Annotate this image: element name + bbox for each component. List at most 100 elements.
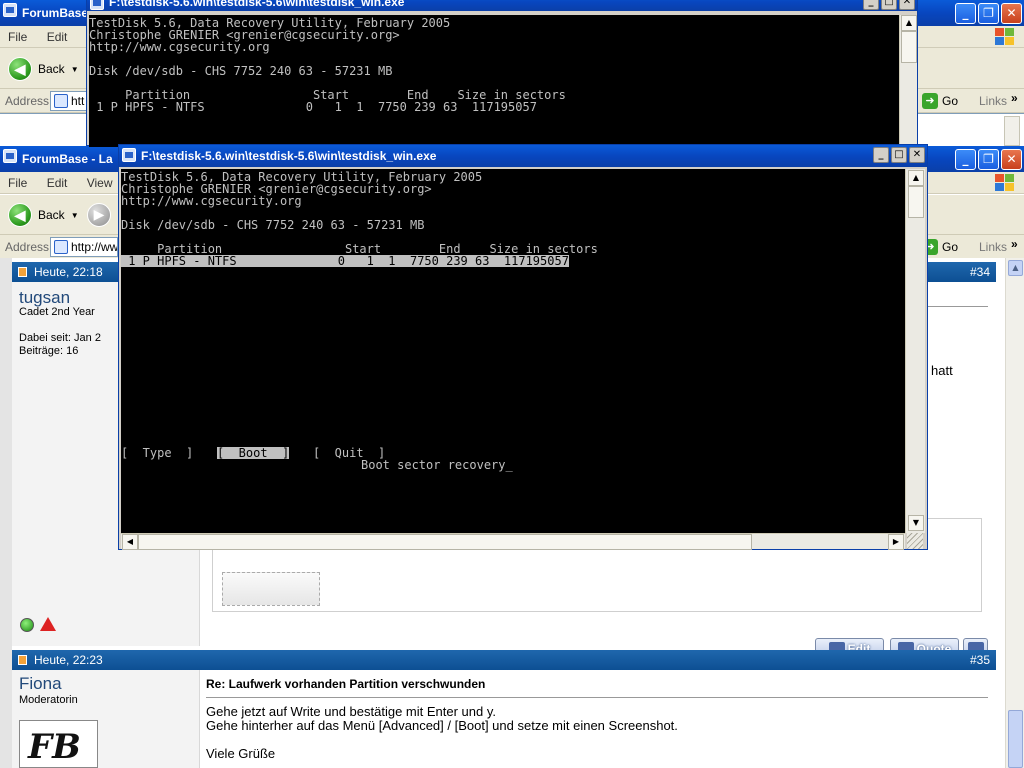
minimize-button[interactable]: _ xyxy=(955,149,976,170)
back-button[interactable]: ◀ Back ▼ xyxy=(8,203,79,227)
user-avatar: FB xyxy=(19,720,98,768)
close-button[interactable]: ✕ xyxy=(1001,149,1022,170)
ie-icon xyxy=(3,149,17,163)
address-input[interactable]: http://ww xyxy=(50,237,118,257)
close-button[interactable]: ✕ xyxy=(909,147,925,163)
post-line-1: Gehe jetzt auf Write und bestätige mit E… xyxy=(206,704,497,719)
resize-grip[interactable] xyxy=(907,533,923,549)
scroll-up-icon[interactable]: ▲ xyxy=(901,15,917,31)
close-button[interactable]: ✕ xyxy=(1001,3,1022,24)
attachment-thumbnail[interactable] xyxy=(222,572,320,606)
minimize-button[interactable]: _ xyxy=(955,3,976,24)
forward-arrow-icon[interactable]: ▶ xyxy=(87,203,111,227)
scroll-thumb[interactable] xyxy=(1008,710,1023,768)
minimize-button[interactable]: _ xyxy=(863,0,879,10)
username[interactable]: tugsan xyxy=(19,288,70,308)
scroll-up-icon[interactable]: ▲ xyxy=(908,170,924,186)
scroll-thumb-horizontal[interactable] xyxy=(138,534,752,550)
back-arrow-icon: ◀ xyxy=(8,203,32,227)
type-option[interactable]: [ Type ] xyxy=(121,447,193,459)
avatar-logo-text: FB xyxy=(28,727,81,767)
menu-edit[interactable]: Edit xyxy=(39,172,76,194)
close-button[interactable]: ✕ xyxy=(899,0,915,10)
console-window: F:\testdisk-5.6.win\testdisk-5.6\win\tes… xyxy=(118,144,928,550)
console-line: http://www.cgsecurity.org xyxy=(121,194,302,208)
menu-view[interactable]: View xyxy=(79,172,121,194)
console-back-screen[interactable]: TestDisk 5.6, Data Recovery Utility, Feb… xyxy=(89,15,899,147)
scroll-thumb[interactable] xyxy=(908,186,924,218)
post-icon xyxy=(18,267,27,277)
back-browser-title: ForumBase xyxy=(22,6,89,20)
post-35-header: Heute, 22:23 #35 xyxy=(12,650,996,670)
username[interactable]: Fiona xyxy=(19,674,62,694)
console-line: http://www.cgsecurity.org xyxy=(89,40,270,54)
dropdown-arrow-icon[interactable]: ▼ xyxy=(71,211,79,220)
report-post-icon[interactable] xyxy=(40,617,56,631)
console-back-title: F:\testdisk-5.6.win\testdisk-5.6\win\tes… xyxy=(109,0,405,9)
post-divider xyxy=(928,306,988,307)
scroll-left-icon[interactable]: ◀ xyxy=(122,534,138,550)
browser-title: ForumBase - La xyxy=(22,152,113,166)
post-divider xyxy=(206,697,988,698)
maximize-button[interactable]: □ xyxy=(881,0,897,10)
scroll-up-icon[interactable]: ▲ xyxy=(1008,260,1023,276)
console-back-scrollbar[interactable]: ▲ xyxy=(899,15,917,147)
scroll-right-icon[interactable]: ▶ xyxy=(888,534,904,550)
dropdown-arrow-icon[interactable]: ▼ xyxy=(71,65,79,74)
boot-option[interactable]: [ Boot ] xyxy=(217,447,290,459)
console-icon xyxy=(90,0,104,10)
selected-partition-row[interactable]: 1 P HPFS - NTFS 0 1 1 7750 239 63 117195… xyxy=(121,255,569,267)
console-line: Disk /dev/sdb - CHS 7752 240 63 - 57231 … xyxy=(89,64,393,78)
address-label: Address xyxy=(5,94,50,108)
online-status-icon xyxy=(20,618,34,632)
page-icon xyxy=(54,94,68,108)
windows-logo-icon xyxy=(994,173,1016,193)
post-35-user-column: Fiona Moderatorin FB xyxy=(12,670,200,768)
links-chevron-icon[interactable]: » xyxy=(1011,91,1018,105)
page-left-margin xyxy=(0,258,12,768)
user-post-count: Beiträge: 16 xyxy=(19,345,79,357)
back-scrollbar[interactable] xyxy=(1004,116,1020,146)
post-time: Heute, 22:18 xyxy=(34,265,103,279)
maximize-button[interactable]: □ xyxy=(891,147,907,163)
ie-icon xyxy=(3,3,17,17)
console-window-back: F:\testdisk-5.6.win\testdisk-5.6\win\tes… xyxy=(86,0,918,147)
console-titlebar[interactable]: F:\testdisk-5.6.win\testdisk-5.6\win\tes… xyxy=(119,145,927,167)
minimize-button[interactable]: _ xyxy=(873,147,889,163)
back-button[interactable]: ◀ Back ▼ xyxy=(8,57,79,81)
links-label[interactable]: Links xyxy=(979,94,1007,108)
address-input[interactable]: htt xyxy=(50,91,90,111)
console-icon xyxy=(122,148,136,162)
menu-edit[interactable]: Edit xyxy=(39,26,76,48)
menu-file[interactable]: File xyxy=(0,26,35,48)
maximize-button[interactable]: ❐ xyxy=(978,3,999,24)
console-title: F:\testdisk-5.6.win\testdisk-5.6\win\tes… xyxy=(141,149,437,163)
console-status-line: Boot sector recovery_ xyxy=(361,458,513,472)
user-rank: Cadet 2nd Year xyxy=(19,306,95,318)
scroll-down-icon[interactable]: ▼ xyxy=(908,515,924,531)
go-arrow-icon: ➜ xyxy=(922,93,938,109)
address-label: Address xyxy=(5,240,50,254)
console-horizontal-scrollbar[interactable]: ◀ ▶ xyxy=(121,533,905,550)
console-line: 1 P HPFS - NTFS 0 1 1 7750 239 63 117195… xyxy=(89,100,537,114)
go-button[interactable]: ➜ Go xyxy=(922,93,958,109)
links-chevron-icon[interactable]: » xyxy=(1011,237,1018,251)
user-rank: Moderatorin xyxy=(19,694,78,706)
post-35-body: Re: Laufwerk vorhanden Partition verschw… xyxy=(200,670,996,768)
maximize-button[interactable]: ❐ xyxy=(978,149,999,170)
post-line-2: Gehe hinterher auf das Menü [Advanced] /… xyxy=(206,718,678,733)
console-screen[interactable]: TestDisk 5.6, Data Recovery Utility, Feb… xyxy=(121,169,905,533)
post-number[interactable]: #34 xyxy=(970,262,990,282)
page-scrollbar[interactable]: ▲ xyxy=(1005,258,1024,768)
menu-file[interactable]: File xyxy=(0,172,35,194)
scroll-thumb[interactable] xyxy=(901,31,917,63)
back-arrow-icon: ◀ xyxy=(8,57,32,81)
post-number[interactable]: #35 xyxy=(970,650,990,670)
console-vertical-scrollbar[interactable]: ▲ ▼ xyxy=(905,169,925,533)
links-label[interactable]: Links xyxy=(979,240,1007,254)
post-time: Heute, 22:23 xyxy=(34,653,103,667)
post-text-fragment: hatt xyxy=(931,363,953,378)
windows-logo-icon xyxy=(994,27,1016,47)
post-subject: Re: Laufwerk vorhanden Partition verschw… xyxy=(206,677,486,691)
console-back-titlebar[interactable]: F:\testdisk-5.6.win\testdisk-5.6\win\tes… xyxy=(87,0,917,11)
